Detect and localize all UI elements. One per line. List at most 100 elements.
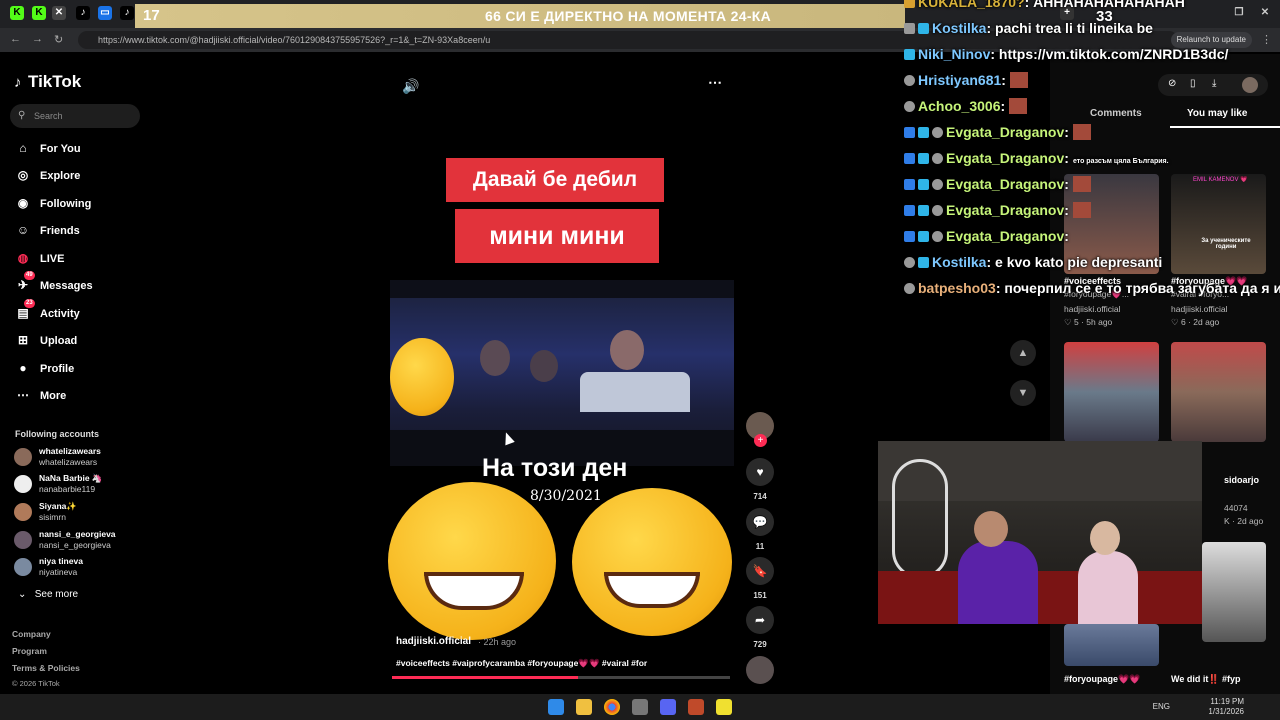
- forward-icon[interactable]: →: [32, 33, 43, 45]
- creator-avatar-button[interactable]: +: [746, 412, 774, 447]
- footer-company[interactable]: Company: [12, 629, 51, 639]
- search-icon: ⚲: [18, 110, 26, 121]
- nav-friends[interactable]: ☺ Friends: [14, 220, 144, 240]
- app-icon[interactable]: [688, 699, 704, 715]
- comment-button[interactable]: 💬 11: [746, 508, 774, 551]
- clock[interactable]: 11:19 PM 1/31/2026: [1208, 697, 1244, 717]
- video-hashtags[interactable]: #voiceeffects #vaiprofycaramba #foryoupa…: [396, 658, 647, 669]
- account-username: nansi_e_georgieva: [39, 540, 111, 550]
- chevron-down-icon: ▼: [1017, 387, 1029, 399]
- video-thumbnail[interactable]: [1202, 542, 1266, 642]
- tiktok-sidebar: ♪ TikTok ⚲ Search ⌂ For You ◎ Explore ◉ Follo…: [0, 54, 150, 694]
- video-progress-bar[interactable]: [392, 676, 730, 679]
- account-username: sisimrn: [39, 512, 66, 522]
- chat-badge-icon: [904, 153, 915, 164]
- kick-tab-icon[interactable]: K: [10, 6, 24, 20]
- kick-tab-icon[interactable]: K: [32, 6, 46, 20]
- nav-upload[interactable]: ⊞ Upload: [14, 330, 144, 350]
- nav-explore[interactable]: ◎ Explore: [14, 165, 144, 185]
- tiktok-logo[interactable]: ♪ TikTok: [14, 72, 81, 92]
- more-icon: ⋯: [17, 388, 29, 402]
- back-icon[interactable]: ←: [10, 33, 21, 45]
- app-icon[interactable]: [716, 699, 732, 715]
- app-icon[interactable]: [632, 699, 648, 715]
- stream-chat-overlay: KUKALA_1870?: АННАНАНАНАНАНАН 33 Kostilk…: [898, 0, 1280, 300]
- volume-icon[interactable]: 🔊: [402, 78, 419, 95]
- account-item[interactable]: whatelizawears whatelizawears: [14, 446, 144, 470]
- footer-terms[interactable]: Terms & Policies: [12, 663, 80, 673]
- sound-avatar-button[interactable]: [746, 656, 774, 684]
- video-sublabel: 44074: [1224, 503, 1248, 513]
- tab-icon[interactable]: ▭: [98, 6, 112, 20]
- guest-head: [1090, 521, 1120, 555]
- chat-badge-icon: [932, 205, 943, 216]
- account-username: niyatineva: [39, 567, 78, 577]
- chat-badge-icon: [904, 0, 915, 8]
- account-item[interactable]: niya tineva niyatineva: [14, 556, 144, 580]
- chevron-up-icon: ▲: [1017, 347, 1029, 359]
- close-tab-icon[interactable]: ✕: [52, 6, 66, 20]
- avatar: [14, 558, 32, 576]
- nav-activity[interactable]: ▤ 23 Activity: [14, 299, 144, 323]
- chat-badge-icon: [932, 231, 943, 242]
- chat-badge-icon: [932, 179, 943, 190]
- avatar: [14, 531, 32, 549]
- nav-label: Following: [40, 198, 92, 210]
- save-count: 151: [753, 591, 767, 600]
- chat-username: Hristiyan681: [918, 72, 1002, 88]
- video-thumbnail[interactable]: [1064, 624, 1159, 666]
- search-placeholder: Search: [34, 111, 63, 121]
- save-button[interactable]: 🔖 151: [746, 557, 774, 600]
- nav-profile[interactable]: ● Profile: [14, 358, 144, 378]
- comment-count: 11: [755, 542, 765, 551]
- account-item[interactable]: NaNa Barbie 🦄 nanabarbie119: [14, 473, 144, 497]
- video-time: · 22h ago: [478, 637, 517, 647]
- nav-label: LIVE: [40, 253, 65, 265]
- chat-message: Evgata_Draganov:: [904, 202, 1091, 218]
- chat-badge-icon: [904, 49, 915, 60]
- reload-icon[interactable]: ↻: [54, 33, 63, 46]
- see-more-button[interactable]: ⌄ See more: [18, 589, 78, 600]
- account-name: nansi_e_georgieva: [39, 529, 116, 539]
- scroll-up-button[interactable]: ▲: [1010, 340, 1036, 366]
- video-author[interactable]: hadjiiski.official: [396, 636, 471, 647]
- nav-live[interactable]: ◍ LIVE: [14, 248, 144, 268]
- video-likes: K: [1224, 516, 1230, 526]
- video-caption-bottom: мини мини: [455, 209, 659, 263]
- follow-plus-icon[interactable]: +: [754, 434, 767, 447]
- chat-emote: [1072, 124, 1091, 140]
- account-item[interactable]: Siyana✨ sisimrn: [14, 501, 144, 525]
- tiktok-tab-icon[interactable]: ♪: [76, 6, 90, 20]
- file-explorer-icon[interactable]: [576, 699, 592, 715]
- nav-following[interactable]: ◉ Following: [14, 193, 144, 213]
- chat-text: :: [1064, 202, 1069, 218]
- share-button[interactable]: ➦ 729: [746, 606, 774, 649]
- start-icon[interactable]: [548, 699, 564, 715]
- video-thumbnail[interactable]: [1171, 342, 1266, 442]
- chat-badge-icon: [932, 153, 943, 164]
- nav-label: Profile: [40, 363, 75, 375]
- video-player[interactable]: 🔊 ⋯ Давай бе дебил мини мини На този ден…: [388, 72, 734, 684]
- like-button[interactable]: ♥ 714: [746, 458, 774, 501]
- scroll-down-button[interactable]: ▼: [1010, 380, 1036, 406]
- person-shirt: [580, 372, 690, 412]
- account-item[interactable]: nansi_e_georgieva nansi_e_georgieva: [14, 529, 144, 553]
- more-options-icon[interactable]: ⋯: [708, 74, 722, 91]
- search-input[interactable]: ⚲ Search: [10, 104, 140, 128]
- chat-username: Achoo_3006: [918, 98, 1001, 114]
- chat-badge-icon: [904, 205, 915, 216]
- language-indicator[interactable]: ENG: [1153, 702, 1170, 711]
- nav-for-you[interactable]: ⌂ For You: [14, 138, 144, 158]
- account-name: whatelizawears: [39, 446, 101, 456]
- tiktok-tab-icon[interactable]: ♪: [120, 6, 134, 20]
- discord-icon[interactable]: [660, 699, 676, 715]
- footer-program[interactable]: Program: [12, 646, 47, 656]
- chat-emote: [1009, 72, 1028, 88]
- nav-more[interactable]: ⋯ More: [14, 385, 144, 405]
- video-thumbnail[interactable]: [1064, 342, 1159, 442]
- video-stats: ♡ 5 · 5h ago: [1064, 317, 1112, 328]
- chrome-icon[interactable]: [604, 699, 620, 715]
- webcam-table: [878, 571, 1202, 624]
- activity-badge: 23: [24, 299, 35, 308]
- nav-messages[interactable]: ✈ 49 Messages: [14, 271, 144, 295]
